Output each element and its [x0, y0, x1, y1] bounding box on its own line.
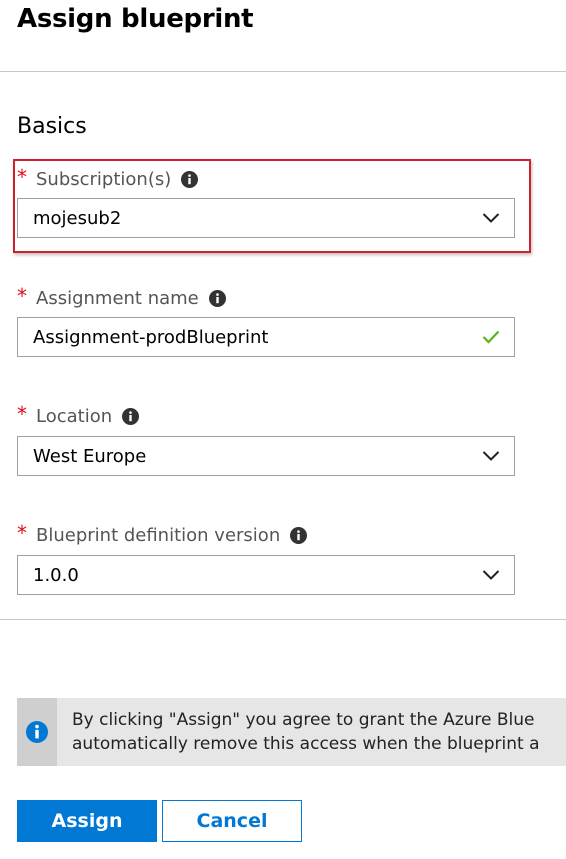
- required-asterisk: *: [17, 284, 27, 308]
- notice-banner: By clicking "Assign" you agree to grant …: [17, 698, 566, 766]
- blueprint-version-dropdown[interactable]: 1.0.0: [17, 555, 515, 595]
- required-asterisk: *: [17, 165, 27, 189]
- assignment-name-input-value: Assignment-prodBlueprint: [33, 326, 269, 348]
- info-icon[interactable]: [122, 407, 140, 425]
- notice-icon-strip: [17, 698, 57, 766]
- form-divider: [0, 619, 566, 620]
- cancel-button[interactable]: Cancel: [162, 800, 302, 842]
- location-dropdown-value: West Europe: [33, 445, 147, 467]
- location-label: * Location: [17, 402, 140, 428]
- info-icon[interactable]: [290, 526, 308, 544]
- assignment-name-label: * Assignment name: [17, 286, 226, 310]
- header-divider: [0, 71, 566, 72]
- chevron-down-icon: [482, 451, 500, 461]
- subscription-dropdown[interactable]: mojesub2: [17, 198, 515, 238]
- location-label-text: Location: [36, 405, 113, 427]
- blueprint-version-label-text: Blueprint definition version: [36, 524, 281, 546]
- info-icon: [26, 721, 48, 743]
- subscription-dropdown-value: mojesub2: [33, 207, 122, 229]
- section-title-basics: Basics: [17, 114, 87, 139]
- info-icon[interactable]: [181, 170, 199, 188]
- chevron-down-icon: [482, 213, 500, 223]
- assignment-name-input[interactable]: Assignment-prodBlueprint: [17, 317, 515, 357]
- notice-line-1: By clicking "Assign" you agree to grant …: [72, 710, 535, 730]
- location-dropdown[interactable]: West Europe: [17, 436, 515, 476]
- check-icon: [482, 330, 500, 344]
- blueprint-version-label: * Blueprint definition version: [17, 521, 308, 547]
- subscription-label-text: Subscription(s): [36, 168, 172, 190]
- chevron-down-icon: [482, 570, 500, 580]
- blueprint-version-dropdown-value: 1.0.0: [33, 564, 79, 586]
- info-icon[interactable]: [208, 289, 226, 307]
- page-title: Assign blueprint: [17, 4, 254, 34]
- assignment-name-label-text: Assignment name: [36, 287, 199, 309]
- notice-text: By clicking "Assign" you agree to grant …: [72, 708, 540, 756]
- assign-button[interactable]: Assign: [17, 800, 157, 842]
- required-asterisk: *: [17, 402, 27, 426]
- required-asterisk: *: [17, 521, 27, 545]
- subscription-label: * Subscription(s): [17, 165, 199, 191]
- notice-line-2: automatically remove this access when th…: [72, 734, 540, 754]
